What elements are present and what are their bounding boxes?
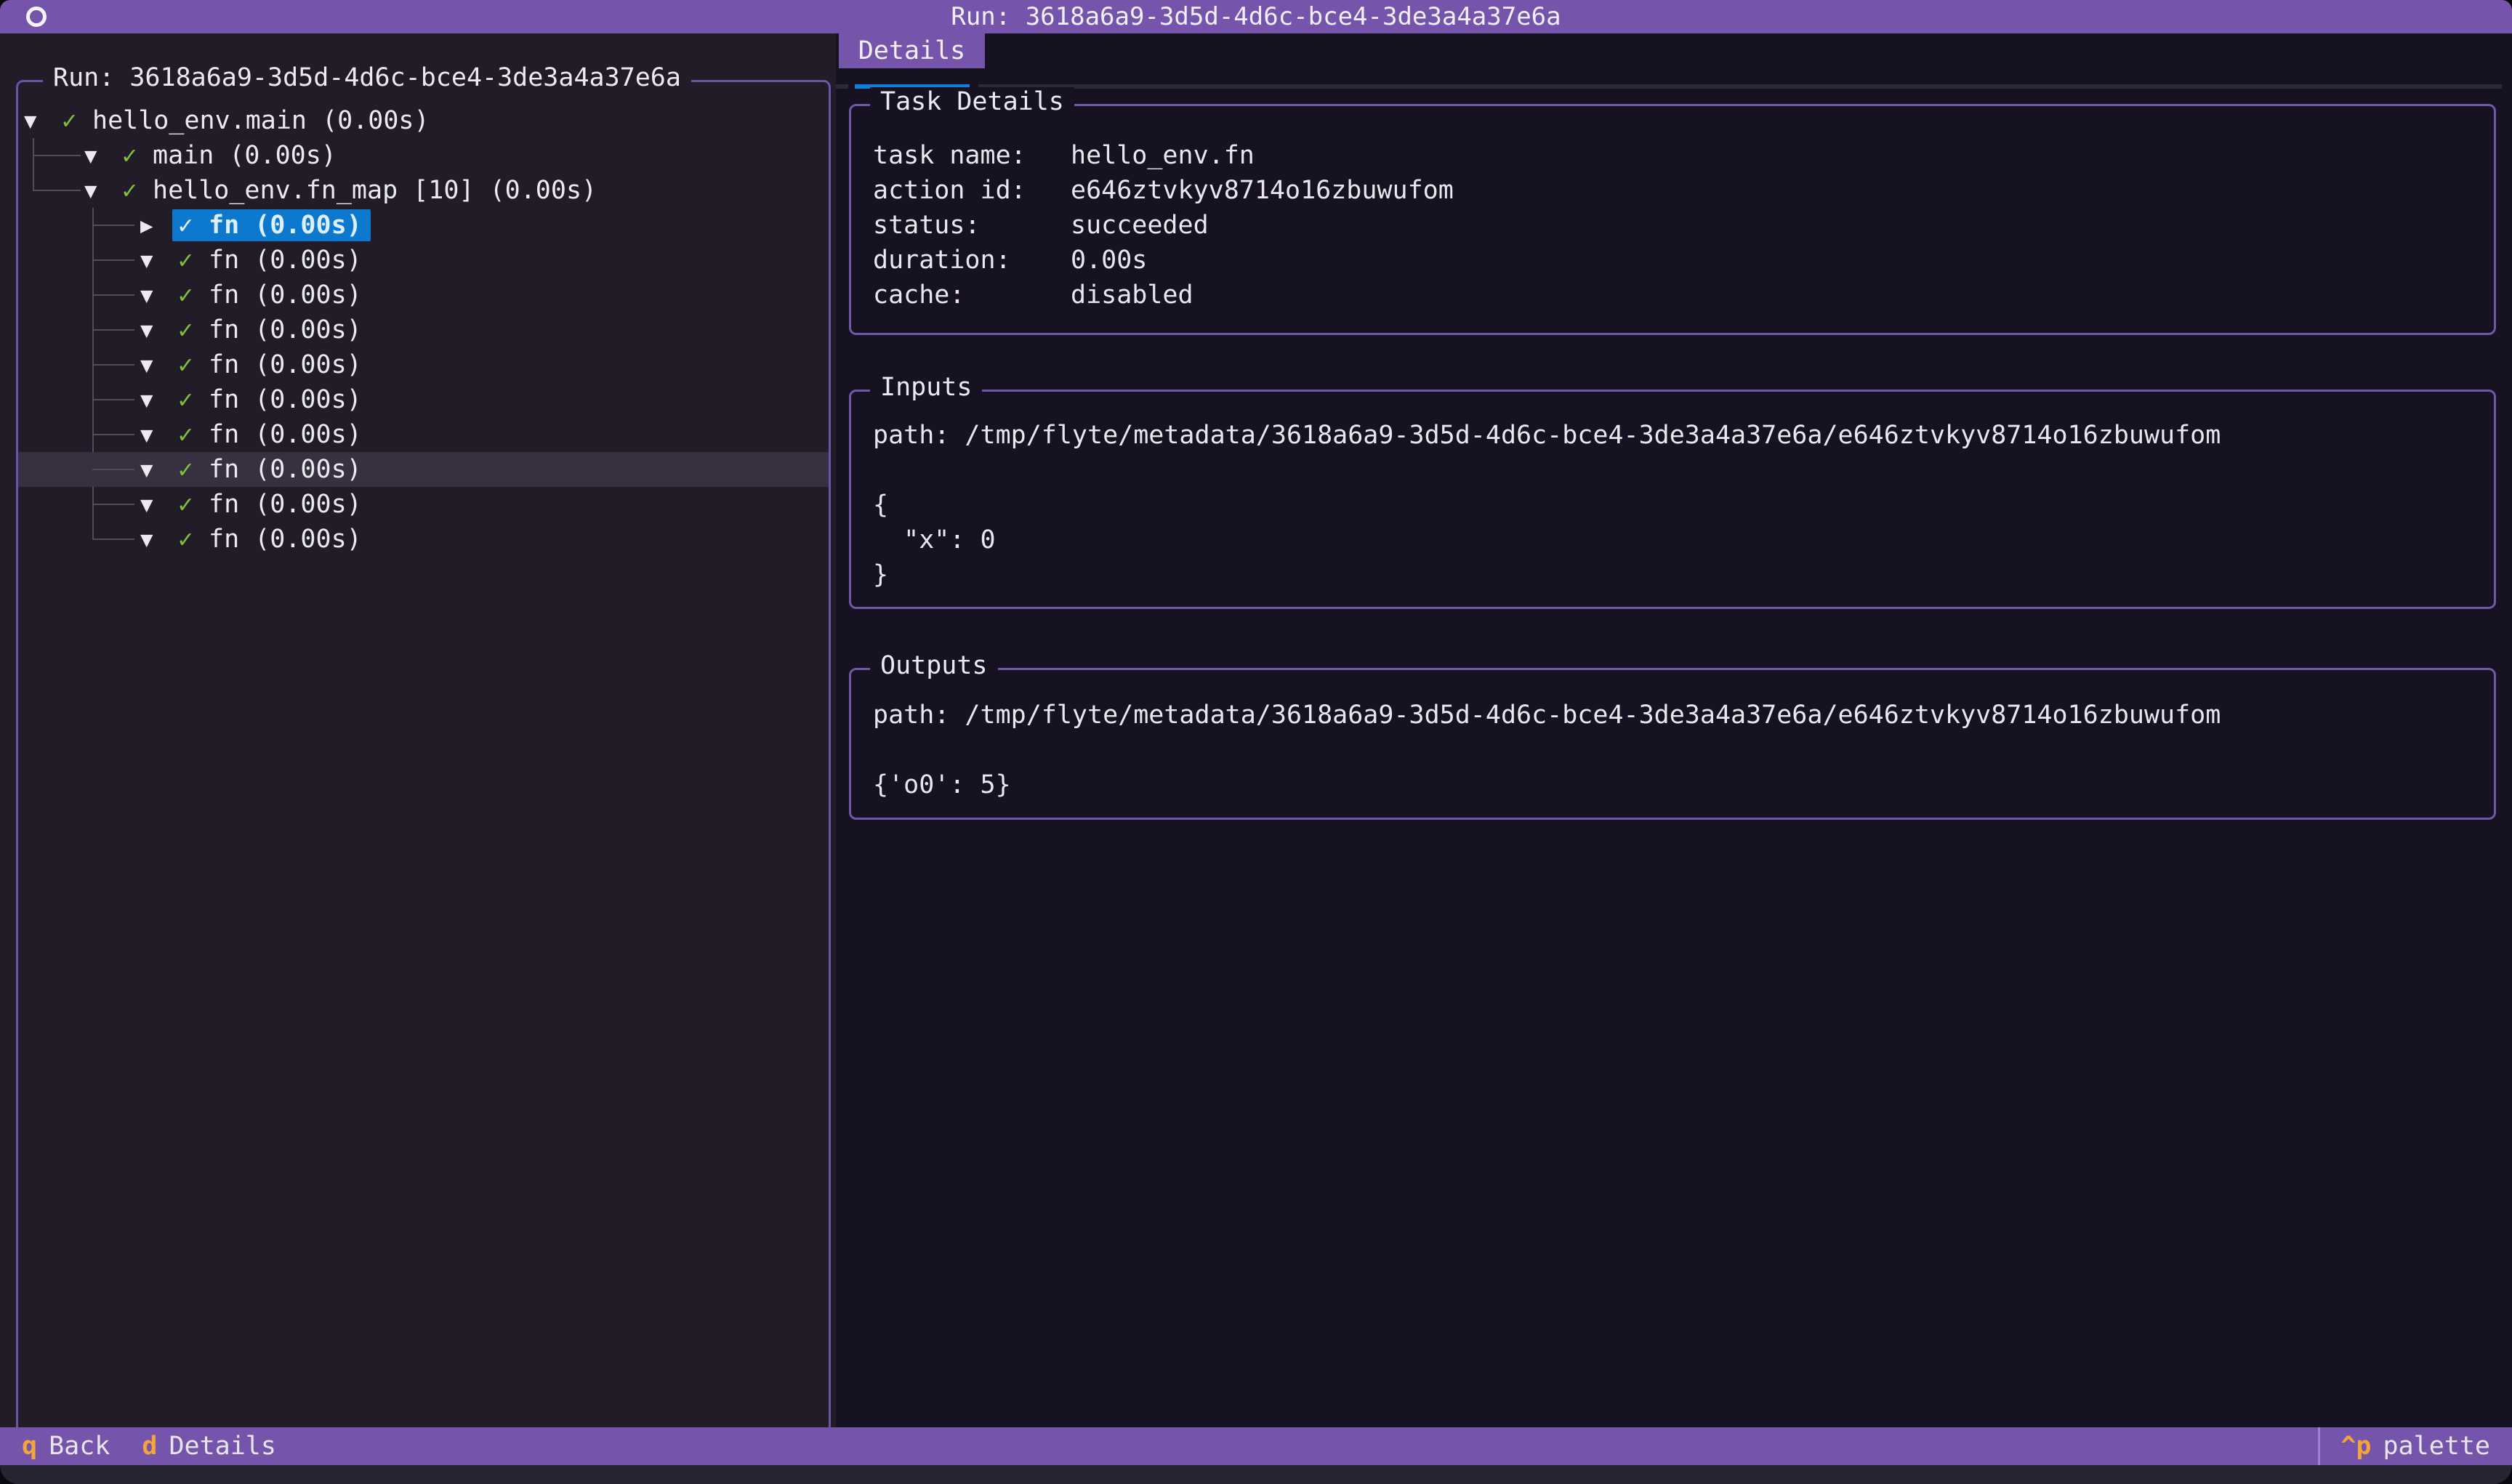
expanded-arrow-icon[interactable]: ▼ bbox=[140, 248, 172, 273]
tree-row[interactable]: ▼✓fn (0.00s) bbox=[18, 417, 829, 452]
check-icon: ✓ bbox=[122, 141, 153, 170]
tree-row[interactable]: ▼✓fn (0.00s) bbox=[18, 312, 829, 347]
task-detail-label: task name: bbox=[873, 141, 1071, 170]
expanded-arrow-icon[interactable]: ▼ bbox=[140, 527, 172, 552]
check-icon: ✓ bbox=[178, 455, 209, 484]
tree-row-label: main (0.00s) bbox=[153, 141, 337, 170]
check-icon: ✓ bbox=[122, 176, 153, 205]
check-icon: ✓ bbox=[62, 106, 92, 135]
task-details-rows: task name:hello_env.fn action id:e646ztv… bbox=[873, 138, 2479, 312]
outputs-path: path: /tmp/flyte/metadata/3618a6a9-3d5d-… bbox=[873, 698, 2479, 733]
run-tree-panel: Run: 3618a6a9-3d5d-4d6c-bce4-3de3a4a37e6… bbox=[16, 80, 831, 1449]
check-icon: ✓ bbox=[178, 350, 209, 379]
tree-row-label: hello_env.fn_map [10] (0.00s) bbox=[153, 176, 597, 205]
tree-row[interactable]: ▼✓fn (0.00s) bbox=[18, 278, 829, 312]
expanded-arrow-icon[interactable]: ▼ bbox=[140, 387, 172, 412]
expanded-arrow-icon[interactable]: ▼ bbox=[140, 492, 172, 517]
check-icon: ✓ bbox=[178, 281, 209, 310]
tab-underline bbox=[836, 84, 2502, 89]
tree-row-label: fn (0.00s) bbox=[209, 281, 362, 310]
tree-row[interactable]: ▼✓hello_env.fn_map [10] (0.00s) bbox=[18, 173, 829, 208]
task-detail-label: cache: bbox=[873, 281, 1071, 310]
expanded-arrow-icon[interactable]: ▼ bbox=[24, 108, 56, 133]
expanded-arrow-icon[interactable]: ▼ bbox=[140, 457, 172, 482]
status-bar: q Back d Details ^p palette bbox=[0, 1427, 2512, 1465]
task-detail-row: action id:e646ztvkyv8714o16zbuwufom bbox=[873, 173, 2479, 208]
details-label[interactable]: Details bbox=[169, 1432, 276, 1461]
inputs-path: path: /tmp/flyte/metadata/3618a6a9-3d5d-… bbox=[873, 418, 2479, 453]
tree-row[interactable]: ▼✓main (0.00s) bbox=[18, 138, 829, 173]
outputs-value: {'o0': 5} bbox=[873, 733, 2479, 802]
tab-details[interactable]: Details bbox=[839, 33, 985, 68]
task-detail-row: duration:0.00s bbox=[873, 243, 2479, 278]
expanded-arrow-icon[interactable]: ▼ bbox=[140, 422, 172, 447]
tree-row-label: fn (0.00s) bbox=[209, 525, 362, 554]
palette-label[interactable]: palette bbox=[2383, 1432, 2490, 1461]
task-detail-row: task name:hello_env.fn bbox=[873, 138, 2479, 173]
task-detail-row: status:succeeded bbox=[873, 208, 2479, 243]
task-detail-value: 0.00s bbox=[1071, 246, 1147, 275]
back-hotkey[interactable]: q bbox=[22, 1432, 37, 1461]
palette-hotkey[interactable]: ^p bbox=[2340, 1432, 2371, 1461]
task-detail-label: status: bbox=[873, 211, 1071, 240]
tree-row[interactable]: ▼✓fn (0.00s) bbox=[18, 452, 829, 487]
tree-row-label: fn (0.00s) bbox=[209, 350, 362, 379]
tree-row-label: fn (0.00s) bbox=[209, 455, 362, 484]
tree-row[interactable]: ▼✓fn (0.00s) bbox=[18, 243, 829, 278]
back-label[interactable]: Back bbox=[49, 1432, 110, 1461]
tree-row-label: fn (0.00s) bbox=[209, 490, 362, 519]
run-tree-region: Run: 3618a6a9-3d5d-4d6c-bce4-3de3a4a37e6… bbox=[0, 33, 836, 1427]
collapsed-arrow-icon[interactable]: ▶ bbox=[140, 213, 172, 238]
window-bottom-edge bbox=[0, 1465, 2512, 1484]
tree-row-label: fn (0.00s) bbox=[209, 385, 362, 414]
tree-row[interactable]: ▼✓fn (0.00s) bbox=[18, 382, 829, 417]
circle-outline-icon bbox=[26, 7, 47, 27]
details-hotkey[interactable]: d bbox=[142, 1432, 157, 1461]
check-icon: ✓ bbox=[178, 420, 209, 449]
task-detail-label: action id: bbox=[873, 176, 1071, 205]
run-tree: ▼✓hello_env.main (0.00s) ▼✓main (0.00s) … bbox=[18, 82, 829, 1447]
task-detail-value: hello_env.fn bbox=[1071, 141, 1255, 170]
tree-row[interactable]: ▼✓fn (0.00s) bbox=[18, 522, 829, 557]
tree-row[interactable]: ▼✓fn (0.00s) bbox=[18, 347, 829, 382]
status-bar-separator bbox=[2318, 1427, 2320, 1465]
task-details-box: Task Details task name:hello_env.fn acti… bbox=[849, 104, 2496, 335]
inputs-box: Inputs path: /tmp/flyte/metadata/3618a6a… bbox=[849, 390, 2496, 609]
tree-row-label: fn (0.00s) bbox=[209, 420, 362, 449]
check-icon: ✓ bbox=[178, 525, 209, 554]
outputs-box-title: Outputs bbox=[870, 651, 998, 680]
tab-details-label: Details bbox=[858, 36, 966, 65]
check-icon: ✓ bbox=[178, 315, 209, 344]
inputs-box-title: Inputs bbox=[870, 373, 982, 402]
app-window: Run: 3618a6a9-3d5d-4d6c-bce4-3de3a4a37e6… bbox=[0, 0, 2512, 1484]
tree-row-label: hello_env.main (0.00s) bbox=[92, 106, 430, 135]
expanded-arrow-icon[interactable]: ▼ bbox=[140, 352, 172, 377]
check-icon: ✓ bbox=[178, 490, 209, 519]
task-details-box-title: Task Details bbox=[870, 87, 1074, 116]
task-detail-value: disabled bbox=[1071, 281, 1193, 310]
outputs-box: Outputs path: /tmp/flyte/metadata/3618a6… bbox=[849, 668, 2496, 820]
task-detail-value: e646ztvkyv8714o16zbuwufom bbox=[1071, 176, 1454, 205]
tree-row-label: fn (0.00s) bbox=[209, 211, 362, 240]
check-icon: ✓ bbox=[178, 385, 209, 414]
titlebar: Run: 3618a6a9-3d5d-4d6c-bce4-3de3a4a37e6… bbox=[0, 0, 2512, 33]
expanded-arrow-icon[interactable]: ▼ bbox=[84, 178, 116, 203]
tree-row-label: fn (0.00s) bbox=[209, 246, 362, 275]
window-title: Run: 3618a6a9-3d5d-4d6c-bce4-3de3a4a37e6… bbox=[951, 2, 1561, 31]
expanded-arrow-icon[interactable]: ▼ bbox=[84, 143, 116, 168]
tree-row[interactable]: ▼✓fn (0.00s) bbox=[18, 487, 829, 522]
check-icon: ✓ bbox=[178, 211, 209, 240]
expanded-arrow-icon[interactable]: ▼ bbox=[140, 283, 172, 307]
task-detail-row: cache:disabled bbox=[873, 278, 2479, 312]
expanded-arrow-icon[interactable]: ▼ bbox=[140, 318, 172, 342]
tree-row-label: fn (0.00s) bbox=[209, 315, 362, 344]
task-detail-label: duration: bbox=[873, 246, 1071, 275]
tree-row[interactable]: ▼✓hello_env.main (0.00s) bbox=[18, 103, 829, 138]
task-detail-value: succeeded bbox=[1071, 211, 1209, 240]
tree-row-selected[interactable]: ▶✓fn (0.00s) bbox=[18, 208, 829, 243]
inputs-json: { "x": 0 } bbox=[873, 453, 2479, 592]
check-icon: ✓ bbox=[178, 246, 209, 275]
